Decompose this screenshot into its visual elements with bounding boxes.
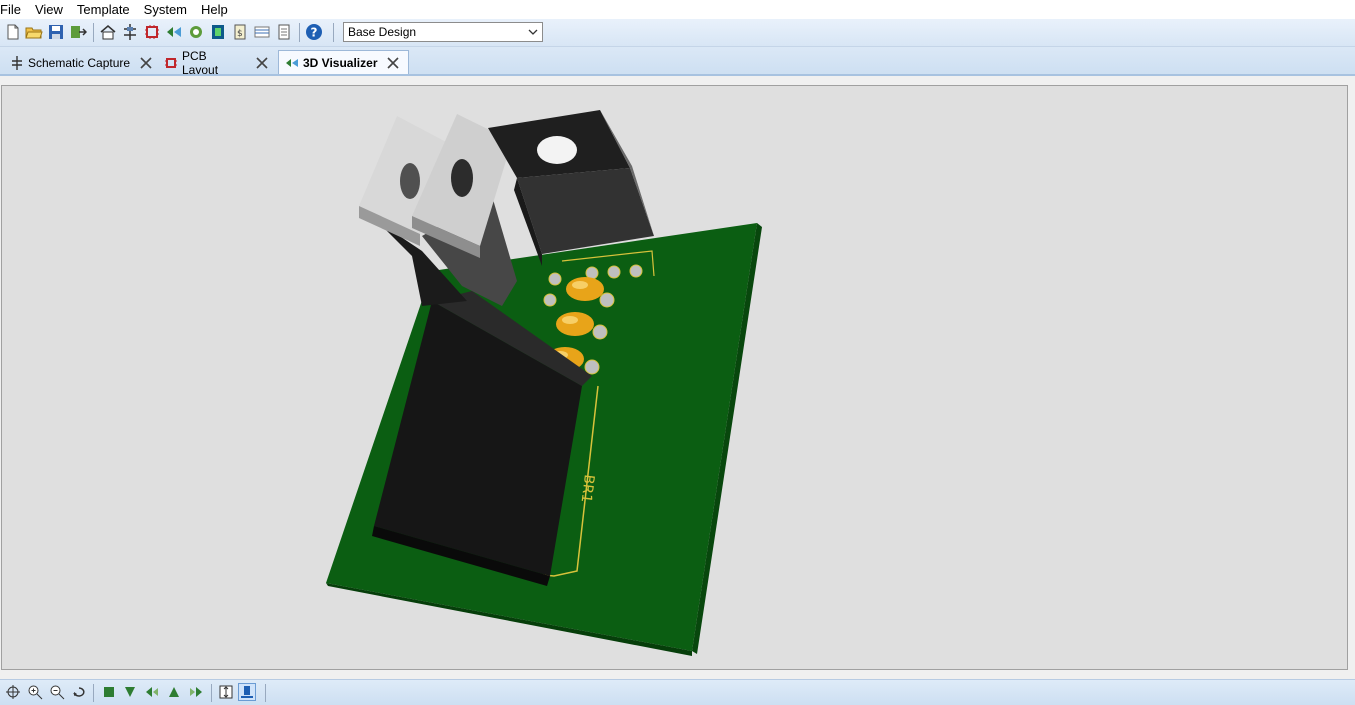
- pcb-3d-scene: BR1: [326, 110, 762, 656]
- toolbar-separator: [299, 23, 300, 42]
- pcb-icon: [165, 57, 177, 68]
- bill-of-materials-icon[interactable]: $: [231, 23, 249, 41]
- menu-view[interactable]: View: [28, 0, 70, 19]
- import-icon[interactable]: [69, 23, 87, 41]
- regulator-mount-hole: [537, 136, 577, 164]
- home-icon[interactable]: [99, 23, 117, 41]
- close-icon[interactable]: [387, 57, 400, 69]
- close-icon[interactable]: [140, 56, 152, 69]
- capacitor: [556, 312, 594, 336]
- main-toolbar: $ ? Base Design: [0, 19, 1355, 47]
- silkscreen-label: BR1: [578, 474, 597, 504]
- view-left-icon[interactable]: [144, 684, 160, 700]
- view-toolbar: [0, 679, 1355, 705]
- tab-schematic-capture[interactable]: Schematic Capture: [10, 50, 154, 75]
- view-right-icon[interactable]: [188, 684, 204, 700]
- schematic-icon: [12, 55, 22, 70]
- zoom-in-icon[interactable]: [27, 684, 43, 700]
- capacitor: [566, 277, 604, 301]
- save-icon[interactable]: [47, 23, 65, 41]
- menu-template[interactable]: Template: [70, 0, 137, 19]
- tab-pcb-layout[interactable]: PCB Layout: [164, 48, 268, 77]
- toolbar-separator: [93, 684, 94, 702]
- menu-file[interactable]: File: [0, 0, 28, 19]
- regulator-mount-hole: [400, 163, 420, 199]
- top-view-icon[interactable]: [101, 684, 117, 700]
- gerber-viewer-icon[interactable]: [187, 23, 205, 41]
- open-folder-icon[interactable]: [25, 23, 43, 41]
- svg-text:$: $: [237, 29, 243, 39]
- toolbar-separator: [265, 684, 266, 702]
- 3d-viewport[interactable]: BR1: [1, 85, 1348, 670]
- menu-system[interactable]: System: [137, 0, 194, 19]
- menu-help[interactable]: Help: [194, 0, 235, 19]
- pcb-icon[interactable]: [143, 23, 161, 41]
- schematic-icon[interactable]: [121, 23, 139, 41]
- tab-label: PCB Layout: [182, 48, 219, 77]
- capacitor-highlight: [572, 281, 588, 289]
- chevron-down-icon: [528, 29, 538, 35]
- tab-label: Schematic Capture: [28, 55, 131, 70]
- regulator-mount-hole: [451, 159, 473, 197]
- viewport-frame: BR1: [0, 76, 1355, 678]
- close-icon[interactable]: [256, 56, 268, 69]
- tab-label: 3D Visualizer: [303, 56, 378, 70]
- visualizer-3d-icon[interactable]: [165, 23, 183, 41]
- design-variant-value: Base Design: [348, 25, 417, 39]
- capacitor-highlight: [562, 316, 578, 324]
- help-icon[interactable]: ?: [305, 23, 323, 41]
- orbit-icon[interactable]: [71, 684, 87, 700]
- design-variant-select[interactable]: Base Design: [343, 22, 543, 42]
- new-file-icon[interactable]: [4, 23, 22, 41]
- board-thickness-icon[interactable]: [238, 683, 256, 701]
- zoom-out-icon[interactable]: [49, 684, 65, 700]
- view-up-icon[interactable]: [166, 684, 182, 700]
- visualizer-3d-icon: [286, 59, 298, 67]
- notes-icon[interactable]: [275, 23, 293, 41]
- pan-icon[interactable]: [5, 684, 21, 700]
- menu-bar: File View Template System Help: [0, 0, 1355, 19]
- svg-text:?: ?: [311, 26, 318, 40]
- toolbar-separator: [93, 23, 94, 42]
- toolbar-separator: [333, 23, 334, 42]
- tab-strip: Schematic Capture PCB Layout 3D Visualiz…: [0, 47, 1355, 77]
- design-explorer-icon[interactable]: [209, 23, 227, 41]
- view-down-icon[interactable]: [122, 684, 138, 700]
- spreadsheet-icon[interactable]: [253, 23, 271, 41]
- tab-3d-visualizer[interactable]: 3D Visualizer: [278, 50, 409, 75]
- height-icon[interactable]: [218, 684, 234, 700]
- toolbar-separator: [211, 684, 212, 702]
